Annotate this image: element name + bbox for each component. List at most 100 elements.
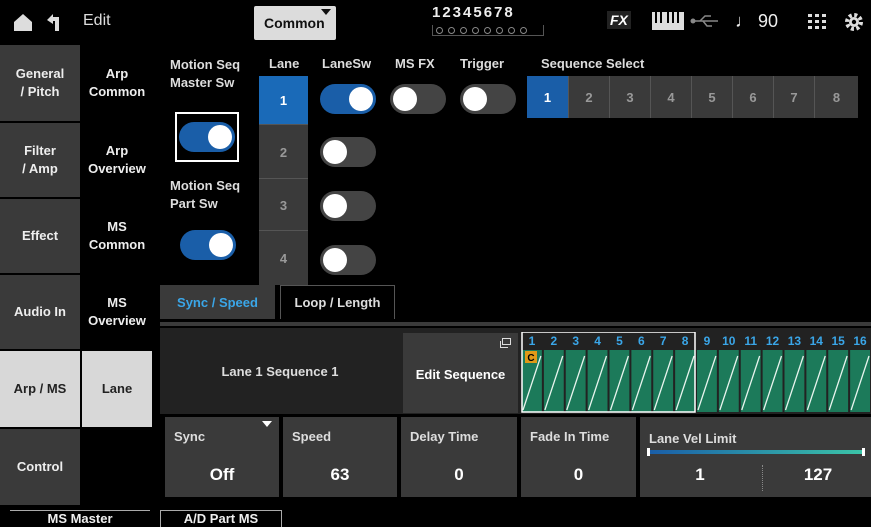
tab-sync-speed[interactable]: Sync / Speed: [160, 285, 275, 319]
lane-4-switch[interactable]: [320, 245, 376, 275]
nav-effect[interactable]: Effect: [0, 199, 80, 273]
speed-value: 63: [330, 465, 350, 484]
step-number: 11: [744, 334, 757, 348]
sequence-label: 7: [790, 89, 798, 105]
nav-lane[interactable]: Lane: [82, 351, 152, 427]
ms-fx-switch[interactable]: [390, 84, 446, 114]
nav-ms-overview[interactable]: MS Overview: [82, 275, 152, 349]
sequence-7[interactable]: 7: [773, 76, 814, 118]
ms-master-switch[interactable]: [179, 122, 235, 152]
nav-audio-in[interactable]: Audio In: [0, 275, 80, 349]
tab-label: A/D Part MS: [183, 511, 259, 526]
lane-4[interactable]: 4: [259, 230, 308, 285]
sequence-label: 1: [543, 89, 552, 105]
tab-label: Loop / Length: [294, 295, 381, 310]
step-number: 10: [722, 334, 736, 348]
nav-label: MS Common: [88, 219, 146, 252]
nav-label: Audio In: [14, 304, 66, 319]
step-number: 16: [853, 334, 867, 348]
nav-arp-ms[interactable]: Arp / MS: [0, 351, 80, 427]
ms-part-switch[interactable]: [180, 230, 236, 260]
sequence-label: 2: [585, 89, 593, 105]
fade-in-time-param[interactable]: Fade In Time 0: [521, 417, 636, 497]
lane-label: 3: [279, 197, 288, 213]
toggle-knob: [209, 233, 233, 257]
lane-vel-limit-param[interactable]: Lane Vel Limit 1 127: [640, 417, 871, 497]
sequence-step-graph[interactable]: 1 2 3 4 5 6 7 8 9 10 11 12 13 14 15 16C: [521, 332, 871, 414]
lane-3[interactable]: 3: [259, 178, 308, 231]
ms-part-sw-label: Motion Seq Part Sw: [170, 178, 241, 211]
vel-range-slider[interactable]: [647, 448, 865, 456]
tab-ad-part-ms[interactable]: A/D Part MS: [160, 510, 282, 527]
lane-2-switch[interactable]: [320, 137, 376, 167]
part-dot: [508, 27, 515, 34]
gear-icon[interactable]: [843, 11, 865, 33]
home-icon[interactable]: [12, 11, 34, 33]
sequence-3[interactable]: 3: [609, 76, 650, 118]
nav-control[interactable]: Control: [0, 429, 80, 505]
sequence-6[interactable]: 6: [732, 76, 773, 118]
back-arrow-icon[interactable]: [42, 11, 64, 33]
lane-3-switch[interactable]: [320, 191, 376, 221]
speed-label: Speed: [292, 429, 332, 444]
step-number: 14: [810, 334, 824, 348]
grid-icon[interactable]: [808, 14, 826, 30]
delay-time-label: Delay Time: [410, 429, 479, 444]
delay-time-param[interactable]: Delay Time 0: [401, 417, 517, 497]
sequence-4[interactable]: 4: [650, 76, 691, 118]
nav-filter-amp[interactable]: Filter / Amp: [0, 123, 80, 197]
speed-param[interactable]: Speed 63: [283, 417, 397, 497]
nav-label: MS Overview: [88, 295, 146, 328]
step-number: 8: [682, 334, 689, 348]
common-part-select[interactable]: Common: [254, 6, 336, 40]
edit-sequence-button[interactable]: Edit Sequence: [403, 333, 518, 413]
toggle-knob: [208, 125, 232, 149]
sequence-8[interactable]: 8: [814, 76, 858, 118]
toggle-knob: [323, 194, 347, 218]
tempo-display[interactable]: ♩ 90: [735, 11, 778, 32]
toggle-knob: [323, 248, 347, 272]
part-dot: [460, 27, 467, 34]
top-bar: Edit Common 12345678 FX ♩ 90: [0, 0, 871, 44]
nav-ms-common[interactable]: MS Common: [82, 199, 152, 273]
tab-loop-length[interactable]: Loop / Length: [280, 285, 395, 319]
sequence-2[interactable]: 2: [568, 76, 609, 118]
sync-param[interactable]: Sync Off: [165, 417, 279, 497]
vel-divider: [762, 465, 764, 491]
sequence-title: Lane 1 Sequence 1: [221, 364, 339, 379]
trigger-switch[interactable]: [460, 84, 516, 114]
nav-arp-common[interactable]: Arp Common: [82, 45, 152, 121]
nav-label: General / Pitch: [15, 66, 65, 99]
toggle-knob: [463, 87, 487, 111]
nav-arp-overview[interactable]: Arp Overview: [82, 123, 152, 197]
step-marker-label: C: [527, 353, 534, 364]
sequence-5[interactable]: 5: [691, 76, 732, 118]
tab-ms-master[interactable]: MS Master: [10, 510, 150, 527]
lane-1[interactable]: 1: [259, 76, 308, 124]
part-dot: [520, 27, 527, 34]
usb-icon: [690, 15, 718, 27]
trigger-header: Trigger: [460, 56, 505, 71]
vel-low-value: 1: [695, 465, 705, 484]
vel-high-handle[interactable]: [862, 448, 865, 456]
part-numbers: 12345678: [432, 4, 515, 21]
vel-range-bar: [650, 450, 862, 454]
page-title: Edit: [83, 12, 111, 29]
nav-general-pitch[interactable]: General / Pitch: [0, 45, 80, 121]
fx-icon: FX: [607, 11, 631, 29]
step-number: 5: [616, 334, 623, 348]
dropdown-arrow-icon: [321, 9, 331, 15]
nav-label: Lane: [101, 381, 133, 396]
lane-2[interactable]: 2: [259, 124, 308, 179]
nav-label: Effect: [21, 228, 59, 243]
sync-value: Off: [209, 465, 235, 484]
sequence-label: 3: [626, 89, 634, 105]
lane-1-switch[interactable]: [320, 84, 376, 114]
step-number: 1: [529, 334, 536, 348]
part-dot: [448, 27, 455, 34]
vel-high-value: 127: [803, 465, 833, 484]
sync-label: Sync: [174, 429, 206, 444]
ms-master-sw-label: Motion Seq Master Sw: [170, 57, 241, 90]
part-dots: [432, 25, 544, 36]
sequence-1[interactable]: 1: [527, 76, 568, 118]
